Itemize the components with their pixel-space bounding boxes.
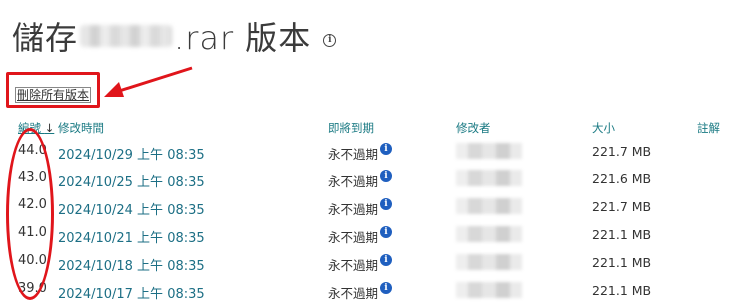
- info-filled-icon[interactable]: i: [380, 198, 392, 210]
- row-size: 221.1 MB: [592, 283, 652, 298]
- row-size: 221.7 MB: [592, 144, 652, 159]
- row-expires: 永不過期: [328, 286, 379, 301]
- row-size: 221.7 MB: [592, 199, 652, 214]
- row-size: 221.6 MB: [592, 171, 652, 186]
- redacted-modifier: [456, 198, 522, 214]
- column-header-expires: 即將到期: [328, 121, 374, 135]
- annotation-arrow-head: [104, 82, 124, 97]
- info-filled-icon[interactable]: i: [380, 226, 392, 238]
- redacted-modifier: [456, 170, 522, 186]
- row-date-link[interactable]: 2024/10/17 上午 08:35: [58, 283, 205, 302]
- row-date-link[interactable]: 2024/10/25 上午 08:35: [58, 171, 205, 190]
- row-expires: 永不過期: [328, 258, 379, 273]
- column-header-size[interactable]: 大小: [592, 120, 615, 136]
- info-filled-icon[interactable]: i: [380, 282, 392, 294]
- row-date-link[interactable]: 2024/10/21 上午 08:35: [58, 227, 205, 246]
- row-expires: 永不過期: [328, 230, 379, 245]
- redacted-modifier: [456, 282, 522, 298]
- info-filled-icon[interactable]: i: [380, 143, 392, 155]
- column-header-modified[interactable]: 修改時間: [58, 120, 104, 136]
- redacted-modifier: [456, 254, 522, 270]
- row-expires: 永不過期: [328, 174, 379, 189]
- column-header-modified-by[interactable]: 修改者: [456, 120, 491, 136]
- row-date-link[interactable]: 2024/10/18 上午 08:35: [58, 255, 205, 274]
- row-expires: 永不過期: [328, 147, 379, 162]
- row-date-link[interactable]: 2024/10/24 上午 08:35: [58, 199, 205, 218]
- info-filled-icon[interactable]: i: [380, 254, 392, 266]
- column-header-comment: 註解: [697, 121, 720, 135]
- redacted-modifier: [456, 143, 522, 159]
- row-expires: 永不過期: [328, 202, 379, 217]
- sort-down-icon: ↓: [44, 121, 55, 135]
- info-filled-icon[interactable]: i: [380, 170, 392, 182]
- row-size: 221.1 MB: [592, 255, 652, 270]
- annotation-arrow-line: [115, 66, 193, 94]
- annotation-ellipse: [6, 128, 54, 300]
- row-date-link[interactable]: 2024/10/29 上午 08:35: [58, 144, 205, 163]
- row-size: 221.1 MB: [592, 227, 652, 242]
- redacted-modifier: [456, 226, 522, 242]
